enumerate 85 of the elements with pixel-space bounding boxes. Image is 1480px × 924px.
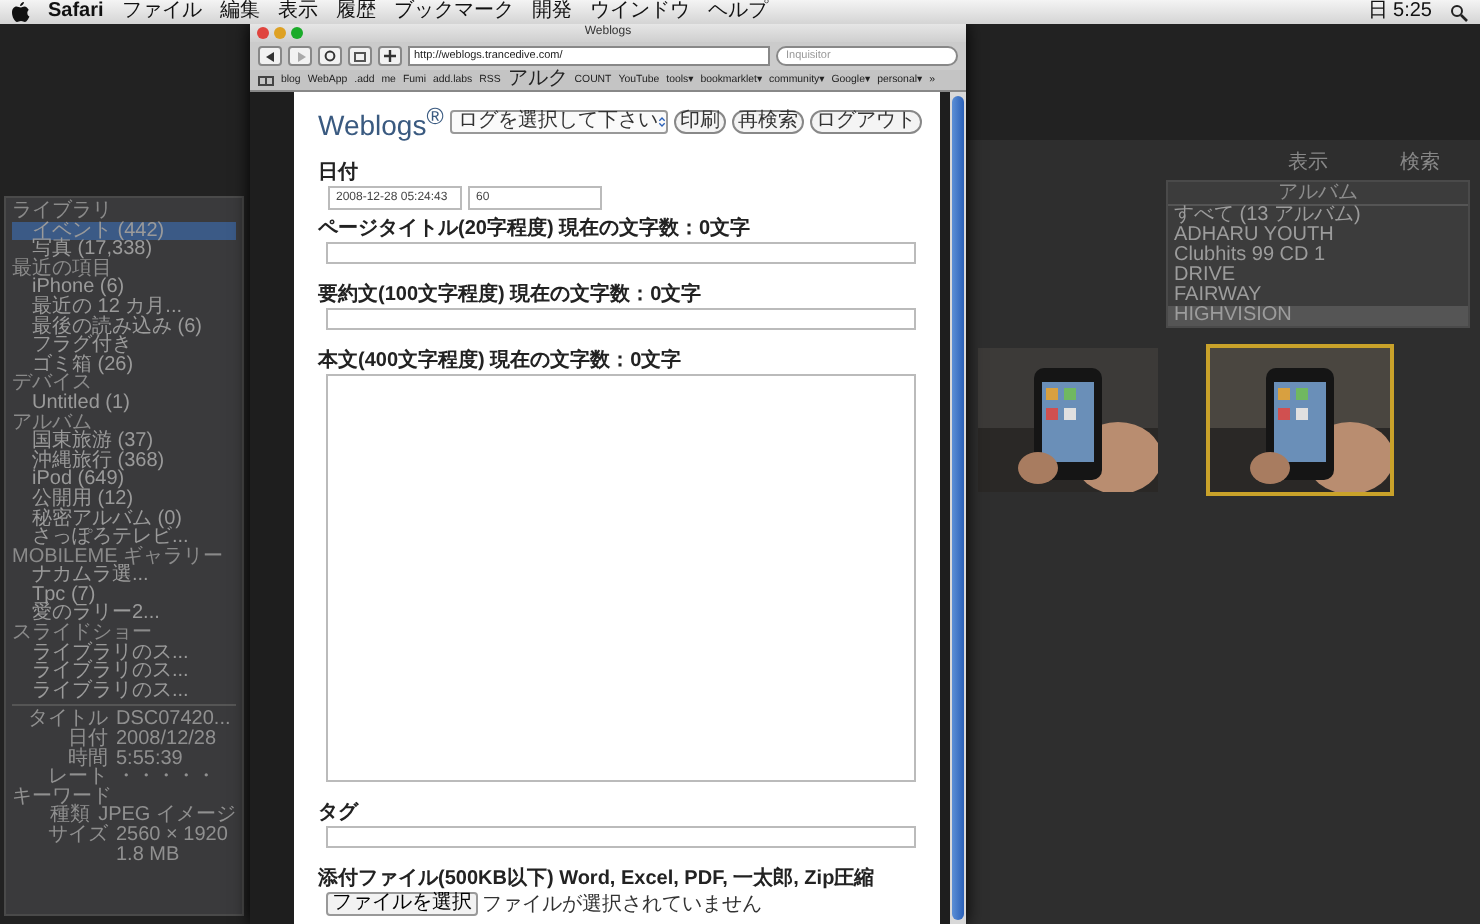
info-value: 2560 × 1920: [116, 826, 228, 846]
info-value: DSC07420...: [116, 710, 231, 731]
sidebar-item[interactable]: 国東旅游 (37): [12, 432, 236, 452]
field-label: 日付: [318, 161, 360, 184]
album-row[interactable]: DRIVE: [1168, 266, 1468, 286]
sidebar-item[interactable]: フラグ付き: [12, 336, 236, 356]
info-value: 5:55:39: [116, 749, 183, 769]
scroll-bar[interactable]: [950, 92, 966, 924]
file-status: ファイルが選択されていません: [482, 892, 762, 918]
sidebar-item[interactable]: ライブラリのス...: [12, 643, 236, 663]
menu-item[interactable]: ファイル: [121, 0, 202, 24]
sidebar-item[interactable]: iPhone (6): [12, 278, 236, 298]
info-value: 2008/12/28: [116, 730, 217, 750]
info-label: キーワード: [12, 787, 108, 807]
add-bookmark-button[interactable]: [378, 46, 402, 66]
album-row[interactable]: ADHARU YOUTH: [1168, 226, 1468, 246]
field-label: タグ: [318, 802, 361, 824]
back-icon[interactable]: [265, 51, 275, 61]
menu-item[interactable]: 履歴: [335, 0, 376, 24]
menu-item[interactable]: 開発: [531, 0, 572, 24]
info-label: 日付: [66, 730, 108, 750]
sidebar-heading: デバイス: [12, 374, 92, 394]
info-label: レート: [46, 768, 108, 788]
plus-icon[interactable]: [384, 50, 396, 62]
sidebar-item[interactable]: Tpc (7): [12, 585, 236, 605]
back-button[interactable]: [258, 46, 282, 66]
snapback-button[interactable]: [348, 46, 372, 66]
field-label: ページタイトル(20字程度) 現在の文字数：0文字: [318, 217, 753, 240]
book-icon[interactable]: [258, 75, 274, 85]
info-value: JPEG イメージ: [98, 806, 236, 826]
info-label: 時間: [66, 749, 108, 769]
site-logo[interactable]: Weblogs$^{®}$: [318, 104, 444, 142]
sidebar-item[interactable]: 最近の 12 カ月...: [12, 297, 236, 318]
sidebar-item[interactable]: 沖縄旅行 (368): [12, 451, 236, 471]
clock[interactable]: 日 5:25: [1367, 0, 1432, 24]
stepper-icon[interactable]: [657, 114, 666, 131]
info-label: サイズ: [46, 826, 108, 846]
sidebar-heading: ライブラリ: [12, 202, 114, 222]
view-label: 表示: [1288, 149, 1328, 176]
bookmark-link[interactable]: アルク: [507, 70, 568, 90]
field-label: 添付ファイル(500KB以下) Word, Excel, PDF, 一太郎, Zip圧縮: [318, 868, 877, 890]
app-menu[interactable]: Safari: [48, 0, 104, 24]
sidebar-item[interactable]: ライブラリのス...: [12, 681, 236, 701]
info-value: 1.8 MB: [116, 845, 180, 865]
sidebar-item[interactable]: ゴミ箱 (26): [12, 355, 236, 375]
sidebar-heading: スライドショー: [12, 624, 154, 644]
info-value: ・・・・・: [116, 768, 216, 788]
sidebar-item[interactable]: iPod (649): [12, 470, 236, 490]
menu-item[interactable]: 表示: [277, 0, 318, 24]
sidebar-item[interactable]: Untitled (1): [12, 393, 236, 414]
input-field[interactable]: [326, 826, 916, 848]
info-label: 種類: [50, 806, 91, 826]
sidebar-item[interactable]: 公開用 (12): [12, 489, 236, 509]
choose-file-button[interactable]: ファイルを選択: [326, 892, 478, 916]
sidebar-item[interactable]: 愛のラリー2...: [12, 604, 236, 625]
album-row[interactable]: FAIRWAY: [1168, 286, 1468, 306]
search-icon[interactable]: [1450, 3, 1468, 21]
menu-item[interactable]: 編集: [219, 0, 260, 24]
field-label: 本文(400文字程度) 現在の文字数：0文字: [318, 349, 684, 372]
sidebar-item[interactable]: 秘密アルバム (0): [12, 509, 236, 529]
page-button[interactable]: 印刷: [673, 110, 726, 135]
sidebar-item[interactable]: 最後の読み込み (6): [12, 317, 236, 337]
log-select[interactable]: ログを選択して下さい: [449, 110, 668, 135]
sidebar-heading: MOBILEME ギャラリー: [12, 547, 226, 567]
menu-item[interactable]: ブックマーク: [393, 0, 514, 24]
page-button[interactable]: 再検索: [731, 110, 804, 135]
sidebar-item[interactable]: ライブラリのス...: [12, 662, 236, 682]
field-label: 要約文(100文字程度) 現在の文字数：0文字: [318, 283, 704, 306]
sidebar-item[interactable]: さっぽろテレビ...: [12, 528, 236, 548]
menu-item[interactable]: ウインドウ: [589, 0, 690, 24]
frame-icon[interactable]: [354, 51, 366, 61]
apple-icon[interactable]: [12, 2, 30, 22]
sidebar-item[interactable]: ナカムラ選...: [12, 566, 236, 586]
search-label: 検索: [1400, 149, 1440, 176]
input-field[interactable]: [326, 241, 916, 264]
sidebar-heading: 最近の項目: [12, 259, 112, 279]
sidebar-item[interactable]: 写真 (17,338): [12, 240, 236, 260]
album-row[interactable]: Clubhits 99 CD 1: [1168, 246, 1468, 266]
info-label: タイトル: [26, 710, 108, 731]
reload-icon[interactable]: [324, 50, 336, 62]
page-button[interactable]: ログアウト: [809, 110, 922, 135]
column-header: アルバム: [1168, 182, 1468, 206]
album-row[interactable]: すべて (13 アルバム): [1168, 206, 1468, 226]
input-field[interactable]: [326, 307, 916, 330]
reload-button[interactable]: [318, 46, 342, 66]
